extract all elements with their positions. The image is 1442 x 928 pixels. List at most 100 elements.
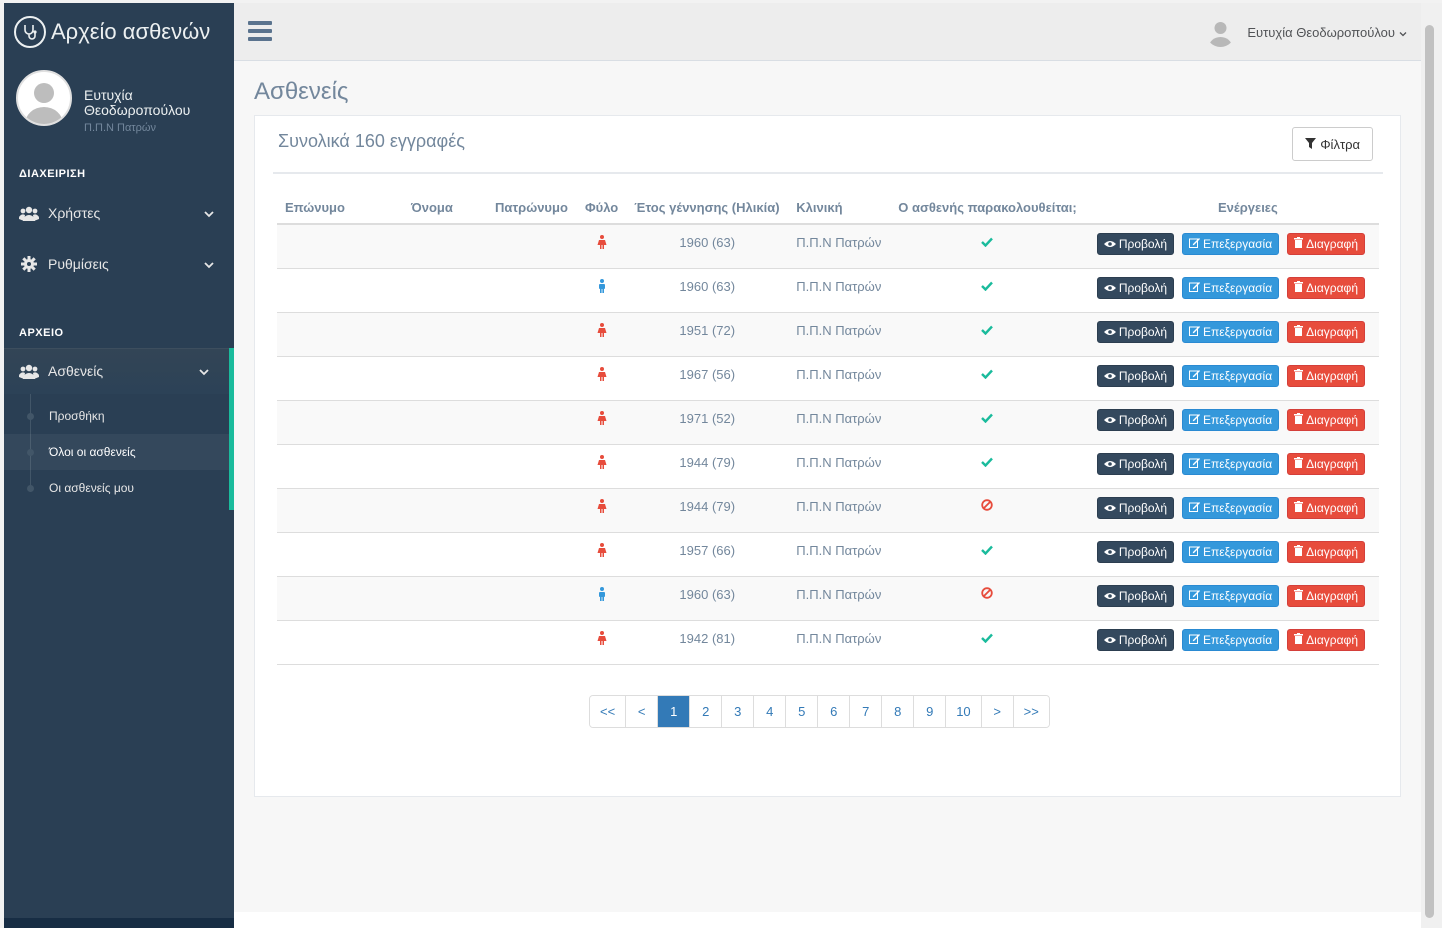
ban-icon	[981, 586, 994, 602]
male-icon	[597, 278, 607, 296]
edit-button[interactable]: Επεξεργασία	[1182, 408, 1280, 431]
page-link[interactable]: >>	[1012, 696, 1049, 727]
cell-patronymic	[487, 268, 577, 313]
delete-button[interactable]: Διαγραφή	[1287, 320, 1365, 343]
edit-button[interactable]: Επεξεργασία	[1182, 540, 1280, 563]
cell-patronymic	[487, 488, 577, 533]
submenu-all-patients[interactable]: Όλοι οι ασθενείς	[4, 434, 229, 470]
page-link[interactable]: 3	[721, 696, 754, 727]
trash-icon	[1294, 368, 1304, 383]
edit-button[interactable]: Επεξεργασία	[1182, 276, 1280, 299]
col-followed[interactable]: Ο ασθενής παρακολουθείται;	[890, 192, 1085, 225]
cell-birth: 1944 (79)	[626, 444, 789, 489]
edit-icon	[1189, 369, 1201, 383]
trash-icon	[1294, 412, 1304, 427]
view-button[interactable]: Προβολή	[1096, 233, 1175, 255]
profile: Ευτυχία Θεοδωροπούλου Π.Π.Ν Πατρών	[4, 60, 234, 156]
delete-button[interactable]: Διαγραφή	[1287, 233, 1365, 255]
delete-button[interactable]: Διαγραφή	[1287, 364, 1365, 387]
top-navbar: Ευτυχία Θεοδωροπούλου	[234, 3, 1421, 61]
scrollbar-thumb[interactable]	[1425, 25, 1434, 918]
edit-icon	[1189, 325, 1201, 339]
eye-icon	[1103, 545, 1116, 559]
sidebar-item-settings[interactable]: Ρυθμίσεις	[4, 238, 234, 289]
edit-button[interactable]: Επεξεργασία	[1182, 584, 1280, 607]
cell-surname	[277, 268, 403, 313]
page-link[interactable]: >	[980, 696, 1013, 727]
page-link[interactable]: 9	[913, 696, 946, 727]
cell-clinic: Π.Π.Ν Πατρών	[788, 620, 891, 665]
page-link[interactable]: 4	[753, 696, 786, 727]
app-title: Αρχείο ασθενών	[51, 18, 211, 44]
view-button[interactable]: Προβολή	[1096, 540, 1175, 563]
col-surname[interactable]: Επώνυμο	[277, 192, 403, 225]
eye-icon	[1103, 237, 1116, 251]
eye-icon	[1103, 325, 1116, 339]
delete-button[interactable]: Διαγραφή	[1287, 276, 1365, 299]
delete-button[interactable]: Διαγραφή	[1287, 584, 1365, 607]
submenu-add[interactable]: Προσθήκη	[4, 398, 229, 434]
sidebar-item-patients[interactable]: Ασθενείς	[4, 348, 234, 394]
edit-button[interactable]: Επεξεργασία	[1182, 496, 1280, 519]
trash-icon	[1294, 544, 1304, 559]
edit-button[interactable]: Επεξεργασία	[1182, 320, 1280, 343]
cell-clinic: Π.Π.Ν Πατρών	[788, 224, 891, 269]
col-sex[interactable]: Φύλο	[577, 192, 627, 225]
col-patronymic[interactable]: Πατρώνυμο	[487, 192, 577, 225]
section-archive: ΑΡΧΕΙΟ	[19, 327, 64, 339]
edit-button[interactable]: Επεξεργασία	[1182, 452, 1280, 475]
check-icon	[981, 631, 994, 646]
trash-icon	[1294, 237, 1304, 251]
page-link[interactable]: 8	[881, 696, 914, 727]
sidebar-item-users[interactable]: Χρήστες	[4, 187, 234, 238]
check-icon	[981, 543, 994, 558]
user-avatar	[1206, 18, 1235, 47]
delete-button[interactable]: Διαγραφή	[1287, 540, 1365, 563]
delete-button[interactable]: Διαγραφή	[1287, 452, 1365, 475]
edit-button[interactable]: Επεξεργασία	[1182, 233, 1280, 255]
chevron-down-icon	[204, 205, 214, 221]
page-link[interactable]: 1	[657, 696, 690, 727]
view-button[interactable]: Προβολή	[1096, 452, 1175, 475]
female-icon	[597, 410, 607, 428]
check-icon	[981, 279, 994, 294]
page-link[interactable]: <<	[590, 696, 626, 727]
user-dropdown[interactable]: Ευτυχία Θεοδωροπούλου	[1206, 3, 1407, 61]
cell-surname	[277, 488, 403, 533]
trash-icon	[1294, 632, 1304, 647]
scrollbar[interactable]	[1421, 3, 1442, 928]
page-link[interactable]: <	[625, 696, 658, 727]
delete-button[interactable]: Διαγραφή	[1287, 496, 1365, 519]
edit-button[interactable]: Επεξεργασία	[1182, 628, 1280, 651]
col-name[interactable]: Όνομα	[403, 192, 487, 225]
page-link[interactable]: 10	[945, 696, 981, 727]
page-link[interactable]: 6	[817, 696, 850, 727]
cell-birth: 1960 (63)	[626, 224, 789, 269]
submenu-my-patients[interactable]: Οι ασθενείς μου	[4, 470, 229, 506]
page-link[interactable]: 2	[689, 696, 722, 727]
page-link[interactable]: 7	[849, 696, 882, 727]
delete-button[interactable]: Διαγραφή	[1287, 628, 1365, 651]
profile-clinic: Π.Π.Ν Πατρών	[84, 122, 156, 134]
view-button[interactable]: Προβολή	[1096, 364, 1175, 387]
view-button[interactable]: Προβολή	[1096, 628, 1175, 651]
table-row: 1944 (79) Π.Π.Ν Πατρών Προβολή Επεξεργασ…	[277, 444, 1379, 489]
view-button[interactable]: Προβολή	[1096, 496, 1175, 519]
filter-button[interactable]: Φίλτρα	[1292, 127, 1373, 161]
page-link[interactable]: 5	[785, 696, 818, 727]
view-button[interactable]: Προβολή	[1096, 584, 1175, 607]
menu-toggle-icon[interactable]	[248, 20, 272, 47]
view-button[interactable]: Προβολή	[1096, 276, 1175, 299]
view-button[interactable]: Προβολή	[1096, 408, 1175, 431]
check-icon	[981, 455, 994, 470]
delete-button[interactable]: Διαγραφή	[1287, 408, 1365, 431]
edit-button[interactable]: Επεξεργασία	[1182, 364, 1280, 387]
trash-icon	[1294, 280, 1304, 295]
col-clinic[interactable]: Κλινική	[788, 192, 891, 225]
col-birth[interactable]: Έτος γέννησης (Ηλικία)	[626, 192, 789, 225]
cell-name	[403, 488, 487, 533]
trash-icon	[1294, 500, 1304, 515]
view-button[interactable]: Προβολή	[1096, 320, 1175, 343]
patients-table: Επώνυμο Όνομα Πατρώνυμο Φύλο Έτος γέννησ…	[277, 192, 1379, 665]
brand[interactable]: Αρχείο ασθενών	[4, 3, 234, 60]
